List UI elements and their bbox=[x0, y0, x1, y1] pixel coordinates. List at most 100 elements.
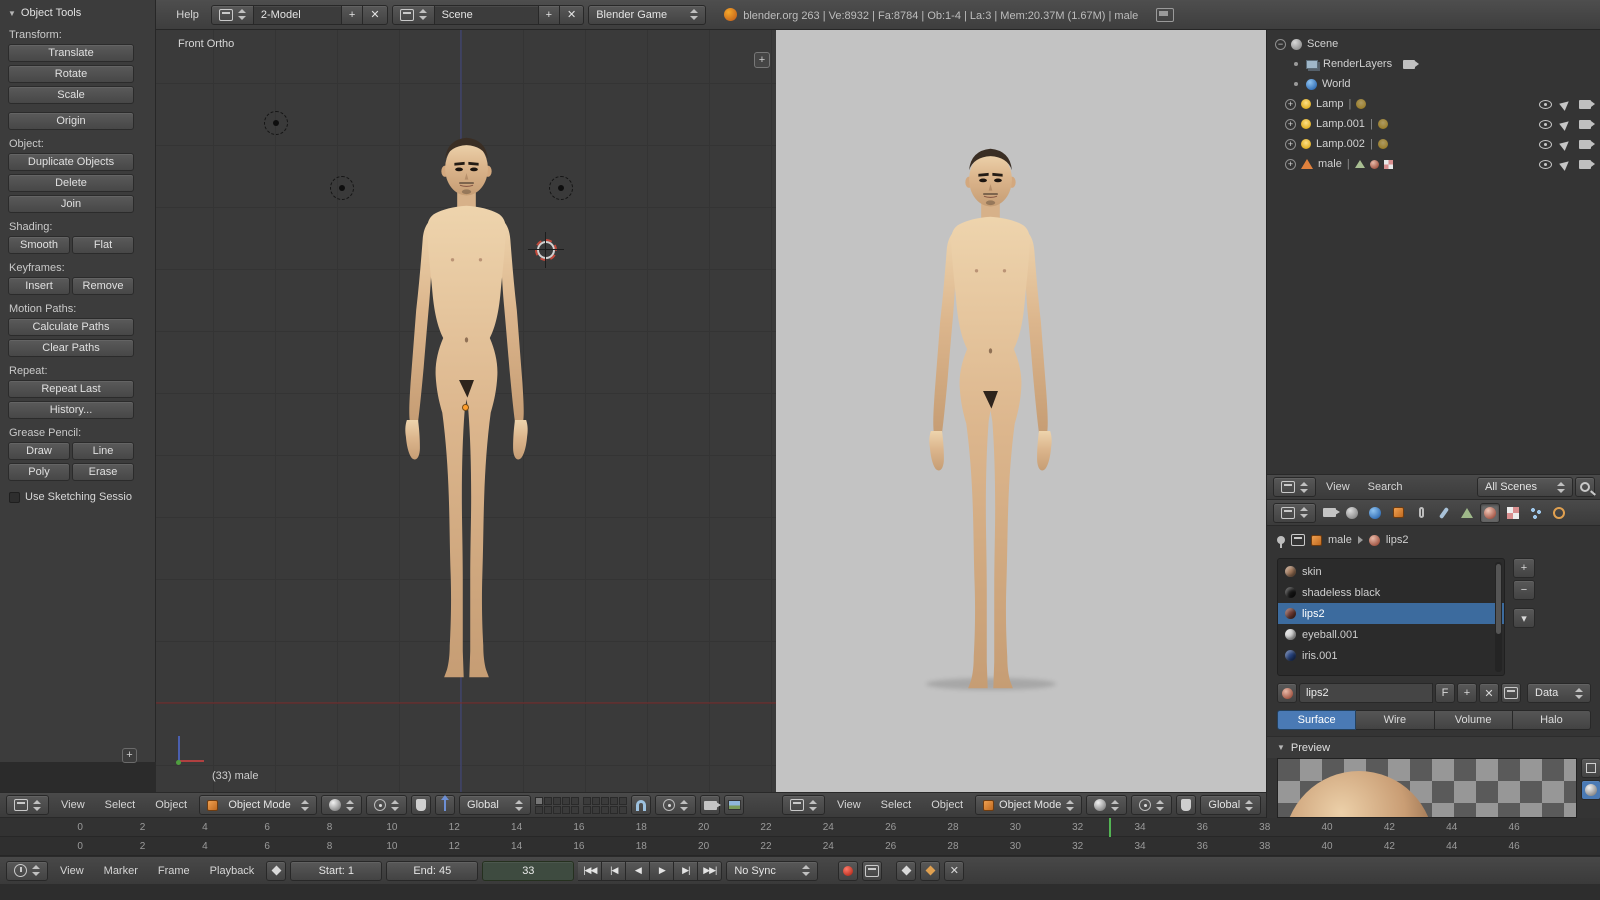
outliner-row-lamp001[interactable]: Lamp.001 | bbox=[1267, 114, 1600, 134]
slot-row-eyeball001[interactable]: eyeball.001 bbox=[1278, 624, 1504, 645]
expand-icon[interactable] bbox=[1285, 99, 1296, 110]
browse-material-button[interactable] bbox=[1277, 683, 1297, 703]
3d-cursor[interactable] bbox=[535, 239, 557, 261]
transport-button[interactable]: ▶| bbox=[674, 861, 698, 881]
material-slot-list[interactable]: skin shadeless black lips2 eyeball.001 i… bbox=[1277, 558, 1505, 676]
scene-name[interactable]: Scene bbox=[435, 5, 539, 25]
screen-layout-delete-button[interactable]: ✕ bbox=[363, 5, 387, 25]
slot-row-skin[interactable]: skin bbox=[1278, 561, 1504, 582]
preview-flat-button[interactable] bbox=[1581, 758, 1600, 778]
slot-name[interactable]: lips2 bbox=[1302, 608, 1325, 620]
editor-type-button[interactable] bbox=[782, 795, 825, 815]
transport-button[interactable]: |◀◀ bbox=[578, 861, 602, 881]
layer-cell[interactable] bbox=[592, 797, 600, 805]
outliner-row-male[interactable]: male | bbox=[1267, 154, 1600, 174]
preview-panel-header[interactable]: Preview bbox=[1267, 736, 1600, 758]
search-button[interactable] bbox=[1575, 477, 1595, 497]
calculate-paths-button[interactable]: Calculate Paths bbox=[8, 318, 134, 336]
camera-icon[interactable] bbox=[1579, 100, 1591, 109]
camera-icon[interactable] bbox=[1579, 160, 1591, 169]
layer-cell[interactable] bbox=[610, 806, 618, 814]
render-toggle-icon[interactable] bbox=[1403, 60, 1415, 69]
layer-c ell[interactable] bbox=[553, 806, 561, 814]
pin-icon[interactable] bbox=[1277, 536, 1285, 544]
tab-constraints[interactable] bbox=[1411, 503, 1431, 523]
nodes-button[interactable] bbox=[1501, 683, 1521, 703]
menu-view[interactable]: View bbox=[829, 793, 869, 817]
layer-cell[interactable] bbox=[571, 797, 579, 805]
mesh-data-icon[interactable] bbox=[1355, 160, 1365, 168]
slot-specials-dropdown[interactable]: ▾ bbox=[1513, 608, 1535, 628]
menu-view[interactable]: View bbox=[53, 793, 93, 817]
menu-object[interactable]: Object bbox=[923, 793, 971, 817]
snap-toggle-button[interactable] bbox=[631, 795, 651, 815]
layer-cell[interactable] bbox=[583, 797, 591, 805]
grease-line-button[interactable]: Line bbox=[72, 442, 134, 460]
camera-icon[interactable] bbox=[1579, 140, 1591, 149]
expand-icon[interactable] bbox=[1285, 119, 1296, 130]
menu-object[interactable]: Object bbox=[147, 793, 195, 817]
menu-view[interactable]: View bbox=[1318, 475, 1358, 499]
lamp-object-indicator[interactable] bbox=[264, 111, 288, 135]
outliner-item-label[interactable]: Scene bbox=[1307, 38, 1338, 50]
tab-modifiers[interactable] bbox=[1434, 503, 1454, 523]
sync-dropdown[interactable]: No Sync bbox=[726, 861, 818, 881]
viewport-shading-dropdown[interactable] bbox=[321, 795, 362, 815]
editor-type-button[interactable] bbox=[1273, 477, 1316, 497]
render-engine-dropdown[interactable]: Blender Game bbox=[588, 5, 706, 25]
texture-data-icon[interactable] bbox=[1384, 160, 1393, 169]
tab-render[interactable] bbox=[1319, 503, 1339, 523]
slot-name[interactable]: iris.001 bbox=[1302, 650, 1337, 662]
outliner-row-renderlayers[interactable]: RenderLayers bbox=[1267, 54, 1600, 74]
eye-icon[interactable] bbox=[1539, 100, 1552, 109]
screen-layout-add-button[interactable]: + bbox=[342, 5, 363, 25]
preview-sphere-button[interactable] bbox=[1581, 780, 1600, 800]
current-frame-marker[interactable] bbox=[1109, 818, 1111, 837]
cursor-arrow-icon[interactable] bbox=[1559, 118, 1572, 131]
sketching-session-checkbox-row[interactable]: Use Sketching Sessio bbox=[9, 491, 149, 503]
menu-frame[interactable]: Frame bbox=[150, 859, 198, 883]
grease-draw-button[interactable]: Draw bbox=[8, 442, 70, 460]
breadcrumb-object[interactable]: male bbox=[1328, 534, 1352, 546]
editor-type-button[interactable] bbox=[6, 861, 48, 881]
timeline-ruler-top[interactable]: 0246810121416182022242628303234363840424… bbox=[0, 818, 1600, 837]
layer-cell[interactable] bbox=[562, 797, 570, 805]
male-model-rendered[interactable] bbox=[888, 138, 1093, 698]
camera-icon[interactable] bbox=[1579, 120, 1591, 129]
lamp-object-indicator[interactable] bbox=[330, 176, 354, 200]
scene-browse-button[interactable] bbox=[392, 5, 435, 25]
eye-icon[interactable] bbox=[1539, 160, 1552, 169]
start-frame-field[interactable]: Start: 1 bbox=[290, 861, 382, 881]
collapse-icon[interactable] bbox=[1275, 39, 1286, 50]
browse-context-icon[interactable] bbox=[1291, 534, 1305, 546]
layer-cell[interactable] bbox=[562, 806, 570, 814]
object-origin-dot[interactable] bbox=[462, 404, 469, 411]
layer-cell[interactable] bbox=[619, 797, 627, 805]
keying-set-button[interactable] bbox=[266, 861, 286, 881]
outliner-item-label[interactable]: Lamp.001 bbox=[1316, 118, 1365, 130]
menu-help[interactable]: Help bbox=[168, 3, 207, 27]
menu-select[interactable]: Select bbox=[873, 793, 920, 817]
flat-button[interactable]: Flat bbox=[72, 236, 134, 254]
material-data-icon[interactable] bbox=[1370, 160, 1379, 169]
end-frame-field[interactable]: End: 45 bbox=[386, 861, 478, 881]
scene-delete-button[interactable]: ✕ bbox=[560, 5, 584, 25]
record-button[interactable] bbox=[838, 861, 858, 881]
menu-select[interactable]: Select bbox=[97, 793, 144, 817]
tab-object-data[interactable] bbox=[1457, 503, 1477, 523]
clear-paths-button[interactable]: Clear Paths bbox=[8, 339, 134, 357]
mode-dropdown[interactable]: Object Mode bbox=[975, 795, 1082, 815]
viewport-3d-right[interactable] bbox=[776, 30, 1266, 792]
cursor-arrow-icon[interactable] bbox=[1559, 158, 1572, 171]
duplicate-objects-button[interactable]: Duplicate Objects bbox=[8, 153, 134, 171]
outliner-row-scene[interactable]: Scene bbox=[1267, 34, 1600, 54]
history-button[interactable]: History... bbox=[8, 401, 134, 419]
tab-object[interactable] bbox=[1388, 503, 1408, 523]
material-name-field[interactable]: lips2 bbox=[1299, 683, 1433, 703]
transport-button[interactable]: |◀ bbox=[602, 861, 626, 881]
screen-layout-browse-button[interactable] bbox=[211, 5, 254, 25]
slot-row-shadeless-black[interactable]: shadeless black bbox=[1278, 582, 1504, 603]
layer-cell[interactable] bbox=[553, 797, 561, 805]
viewport-3d-left[interactable]: Front Ortho (33) male + bbox=[156, 30, 776, 792]
slot-row-iris001[interactable]: iris.001 bbox=[1278, 645, 1504, 666]
